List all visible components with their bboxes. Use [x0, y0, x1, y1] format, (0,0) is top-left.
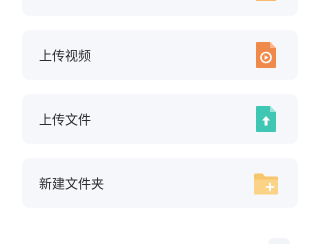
menu-item-partial[interactable] [22, 0, 298, 16]
upload-menu-sheet: 上传视频 上传文件 新建文件夹 [0, 0, 320, 244]
video-file-icon [253, 41, 279, 69]
file-icon [253, 0, 279, 5]
new-folder-label: 新建文件夹 [39, 177, 105, 193]
upload-file-item[interactable]: 上传文件 [22, 94, 298, 144]
upload-video-label: 上传视频 [39, 49, 92, 65]
upload-file-label: 上传文件 [39, 113, 92, 129]
upload-video-item[interactable]: 上传视频 [22, 30, 298, 80]
bottom-control-partial[interactable] [268, 238, 290, 244]
new-folder-item[interactable]: 新建文件夹 [22, 158, 298, 208]
folder-add-icon [253, 169, 279, 197]
upload-file-icon [253, 105, 279, 133]
